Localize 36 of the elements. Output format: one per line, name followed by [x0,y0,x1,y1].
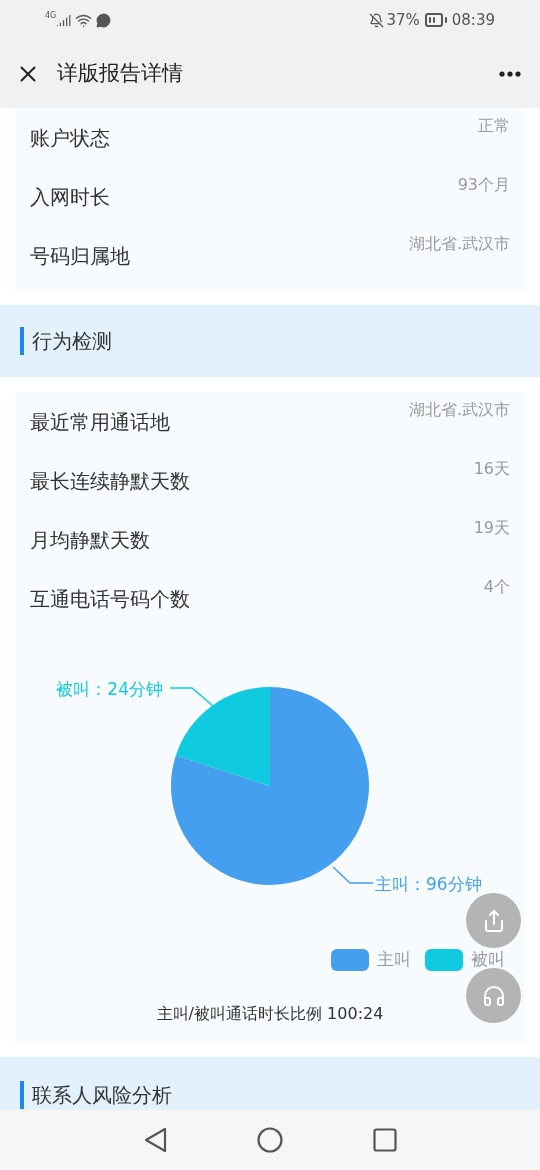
row-label: 最长连续静默天数 [30,467,190,495]
row-value: 16天 [473,458,510,480]
page-title: 详版报告详情 [57,60,183,88]
legend-label: 被叫 [471,948,505,972]
network-label: 4G [45,10,57,22]
legend-swatch [331,949,369,971]
message-icon [96,12,112,28]
row-value: 湖北省.武汉市 [408,399,510,421]
row-label: 入网时长 [30,183,110,211]
row-value: 19天 [473,517,510,539]
more-button[interactable] [499,71,521,77]
legend-swatch [425,949,463,971]
home-icon[interactable] [257,1127,283,1153]
leader-line [332,866,374,884]
row-label: 账户状态 [30,124,110,152]
chart-caption: 主叫/被叫通话时长比例 100:24 [156,1003,384,1025]
section-title: 行为检测 [32,328,112,355]
slice-label: 被叫：24分钟 [56,679,163,699]
row-value: 4个 [483,576,510,598]
back-icon[interactable] [143,1127,167,1153]
clock: 08:39 [451,9,495,31]
row-value: 93个月 [457,174,510,196]
leader-line [169,687,214,707]
row-label: 月均静默天数 [30,526,150,554]
row-value: 正常 [478,115,510,137]
row-value: 湖北省.武汉市 [408,233,510,255]
row-label: 号码归属地 [30,242,130,270]
signal-icon [56,12,72,28]
bell-off-icon [369,12,385,28]
row-label: 最近常用通话地 [30,408,170,436]
row-label: 互通电话号码个数 [30,585,190,613]
legend-label: 主叫 [377,948,411,972]
recents-icon[interactable] [373,1128,397,1152]
slice-label: 主叫：96分钟 [375,874,482,894]
section-title: 联系人风险分析 [32,1081,172,1109]
battery-percent: 37% [386,9,420,31]
